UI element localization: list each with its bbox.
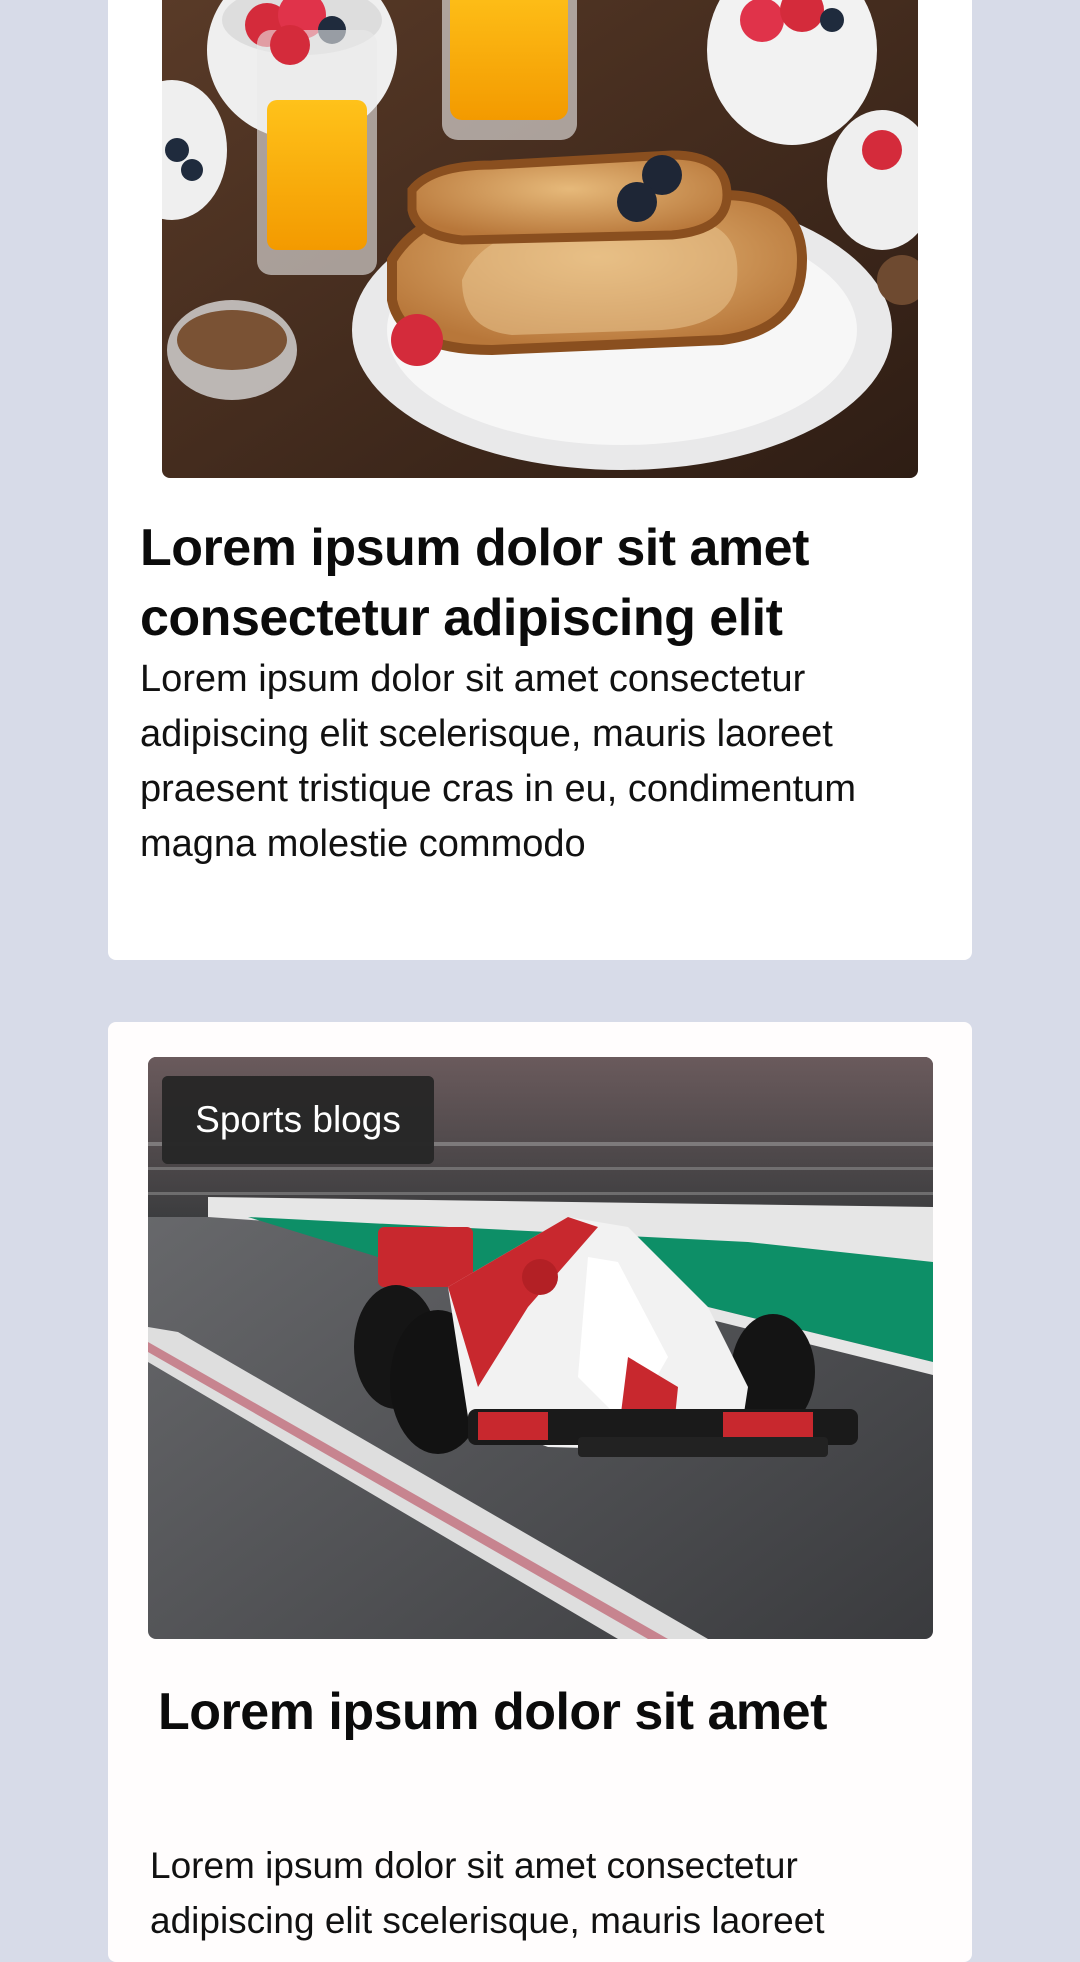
post-image-breakfast[interactable] <box>162 0 918 478</box>
breakfast-image <box>162 0 918 478</box>
blog-card-food[interactable]: Lorem ipsum dolor sit amet consectetur a… <box>108 0 972 960</box>
post-excerpt: Lorem ipsum dolor sit amet consectetur a… <box>150 1845 825 1941</box>
category-badge[interactable]: Sports blogs <box>162 1076 434 1164</box>
post-title[interactable]: Lorem ipsum dolor sit amet consectetur a… <box>140 513 940 653</box>
post-title[interactable]: Lorem ipsum dolor sit amet <box>158 1677 938 1747</box>
blog-card-sports[interactable]: Sports blogs Lorem ipsum dolor sit amet … <box>108 1022 972 1962</box>
post-excerpt: Lorem ipsum dolor sit amet consectetur a… <box>140 658 857 865</box>
post-image-race-car[interactable]: Sports blogs <box>148 1057 933 1639</box>
